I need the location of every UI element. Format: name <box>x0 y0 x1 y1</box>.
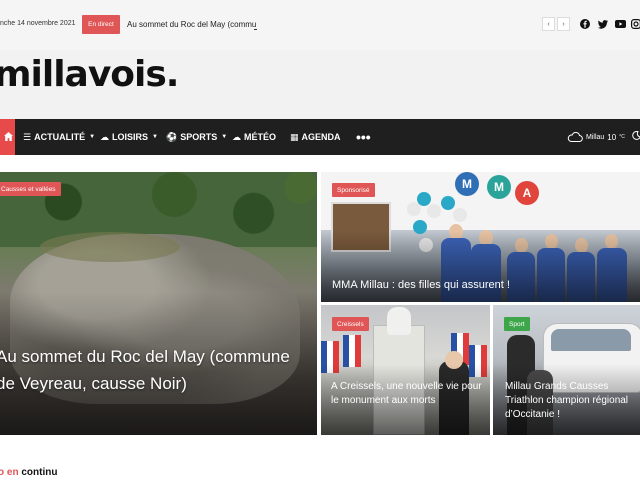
article-image-moss <box>40 232 180 262</box>
weather-temperature: 10 <box>607 132 617 142</box>
category-badge[interactable]: Causses et vallées <box>0 182 61 196</box>
image-overlay <box>321 230 640 302</box>
current-date: nche 14 novembre 2021 <box>0 20 76 27</box>
flag-image <box>343 335 361 367</box>
nav-item-meteo[interactable]: ☁ MÉTÉO <box>232 119 276 155</box>
moon-icon <box>632 130 640 143</box>
nav-item-label: AGENDA <box>301 132 341 142</box>
breaking-news-ticker[interactable]: Au sommet du Roc del May (commu <box>127 20 256 29</box>
chevron-down-icon: ▼ <box>89 134 96 140</box>
nav-more-button[interactable]: ••• <box>356 119 371 155</box>
nav-item-label: SPORTS <box>180 132 218 142</box>
category-badge[interactable]: Creissels <box>332 317 369 331</box>
cloud-icon: ☁ <box>232 131 241 142</box>
site-logo[interactable]: millavois. <box>0 54 180 95</box>
logo-dot: . <box>165 54 180 95</box>
article-creissels-monument[interactable]: Creissels <box>321 305 490 435</box>
nav-item-loisirs[interactable]: ☁ LOISIRS ▼ <box>100 119 158 155</box>
loisirs-icon: ☁ <box>100 131 109 142</box>
chevron-down-icon: ▼ <box>221 134 228 140</box>
ticker-next-button[interactable]: › <box>557 17 570 31</box>
ticker-prev-button[interactable]: ‹ <box>542 17 555 31</box>
football-icon: ⚽ <box>166 131 178 142</box>
nav-item-actualite[interactable]: ☰ ACTUALITÉ ▼ <box>23 119 95 155</box>
mma-logo-m2: M <box>487 175 511 199</box>
nav-item-label: MÉTÉO <box>244 132 277 142</box>
logo-text: millavois <box>0 54 167 95</box>
weather-unit: °C <box>619 134 625 140</box>
home-icon <box>4 132 13 144</box>
nav-item-sports[interactable]: ⚽ SPORTS ▼ <box>166 119 227 155</box>
article-title[interactable]: MMA Millau : des filles qui assurent ! <box>332 279 510 291</box>
section-heading-suffix: continu <box>21 467 58 478</box>
twitter-icon[interactable] <box>597 18 609 30</box>
top-bar: nche 14 novembre 2021 En direct Au somme… <box>0 0 640 50</box>
mma-logo-a: A <box>515 181 539 205</box>
article-image-statue <box>387 307 411 335</box>
weather-widget: Millau 10 °C <box>567 119 625 155</box>
instagram-icon[interactable] <box>630 18 640 30</box>
article-image-van-window <box>551 329 631 351</box>
nav-item-label: ACTUALITÉ <box>34 132 86 142</box>
live-badge: En direct <box>82 15 120 34</box>
chevron-down-icon: ▼ <box>152 134 158 140</box>
article-mma-millau[interactable]: M M A Sponsorisé MMA Millau : des filles… <box>321 172 640 302</box>
main-navigation: ☰ ACTUALITÉ ▼ ☁ LOISIRS ▼ ⚽ SPORTS ▼ ☁ M… <box>0 119 640 157</box>
cloud-sun-icon <box>567 131 583 144</box>
category-badge[interactable]: Sport <box>504 317 530 331</box>
youtube-icon[interactable] <box>614 18 626 30</box>
category-badge[interactable]: Sponsorisé <box>332 183 375 197</box>
article-title[interactable]: A Creissels, une nouvelle vie pour le mo… <box>331 380 491 408</box>
article-title[interactable]: Millau Grands Causses Triathlon champion… <box>505 380 640 422</box>
ticker-cursor <box>254 18 257 30</box>
featured-article-title[interactable]: Au sommet du Roc del May (commune de Vey… <box>0 343 296 397</box>
nav-item-label: LOISIRS <box>112 132 149 142</box>
calendar-icon: ▦ <box>290 131 299 142</box>
section-heading-en-continu: o en continu <box>0 467 57 478</box>
mma-logo-m: M <box>455 172 479 196</box>
section-heading-prefix: o en <box>0 467 19 478</box>
home-button[interactable] <box>0 119 15 157</box>
facebook-icon[interactable] <box>579 18 591 30</box>
menu-icon: ☰ <box>23 131 32 142</box>
dark-mode-toggle[interactable] <box>632 130 640 143</box>
weather-city: Millau <box>586 133 605 141</box>
nav-item-agenda[interactable]: ▦ AGENDA <box>290 119 341 155</box>
